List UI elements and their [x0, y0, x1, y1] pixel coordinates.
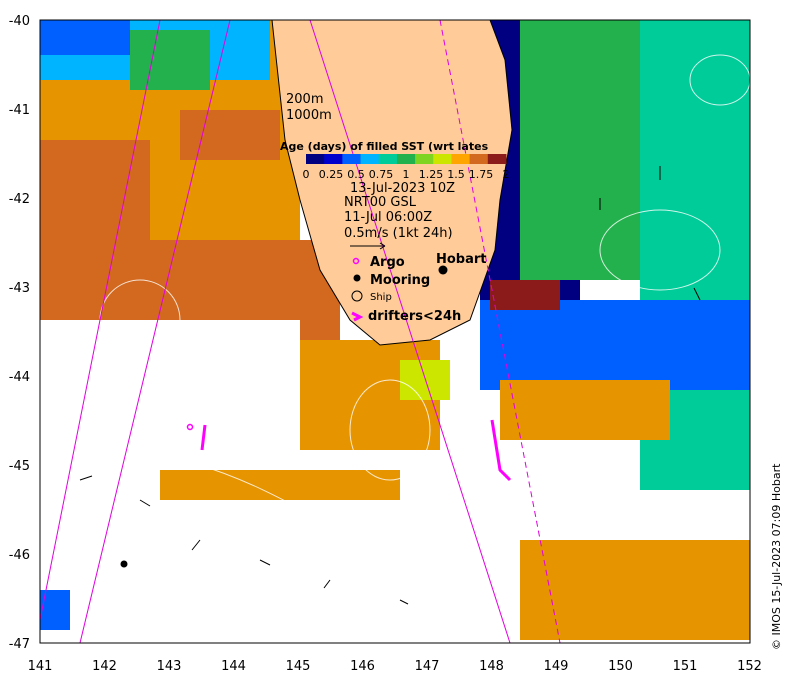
colorbar-segment — [415, 154, 434, 164]
argo-legend-label: Argo — [370, 255, 405, 270]
mooring-marker — [120, 560, 128, 568]
colorbar-tick: 0 — [303, 168, 310, 181]
copyright-text: © IMOS 15-Jul-2023 07:09 Hobart — [770, 463, 783, 650]
x-tick-label: 147 — [415, 659, 440, 674]
y-tick-label: -46 — [9, 548, 30, 563]
sst-field-orange-patch — [160, 470, 400, 500]
depth-200-label: 200m — [286, 92, 323, 107]
colorbar-tick: 2 — [503, 168, 510, 181]
sst-field-blue — [40, 20, 130, 55]
colorbar-segment — [396, 154, 416, 164]
colorbar-tick: 0.5 — [347, 168, 365, 181]
colorbar-segment — [378, 154, 398, 164]
y-tick-label: -45 — [9, 459, 30, 474]
y-tick-label: -47 — [9, 637, 30, 652]
colorbar-segment — [469, 154, 489, 164]
map-plot-area — [40, 20, 750, 643]
colorbar-ticks: 0 0.25 0.5 0.75 1 1.25 1.5 1.75 2 — [303, 168, 510, 181]
sst-field-yellow — [400, 360, 450, 400]
x-tick-label: 142 — [92, 659, 117, 674]
x-tick-label: 144 — [221, 659, 246, 674]
y-tick-label: -42 — [9, 192, 30, 207]
y-axis: -40 -41 -42 -43 -44 -45 -46 -47 — [9, 14, 30, 652]
x-tick-label: 150 — [608, 659, 633, 674]
y-tick-label: -43 — [9, 281, 30, 296]
model-label: NRT00 GSL — [344, 195, 417, 210]
sst-field-darkred — [490, 280, 560, 310]
colorbar-segment — [342, 154, 362, 164]
y-tick-label: -44 — [9, 370, 30, 385]
colorbar-segment — [451, 154, 471, 164]
x-tick-label: 149 — [544, 659, 569, 674]
sst-date-label: 13-Jul-2023 10Z — [350, 181, 455, 196]
model-date-label: 11-Jul 06:00Z — [344, 210, 432, 225]
sst-field-brown — [180, 110, 280, 160]
colorbar-segment — [360, 154, 380, 164]
sst-field-orange-south — [520, 540, 750, 640]
mooring-legend-icon — [353, 274, 361, 282]
x-tick-label: 146 — [350, 659, 375, 674]
colorbar-tick: 0.25 — [319, 168, 344, 181]
y-tick-label: -40 — [9, 14, 30, 29]
colorbar-tick: 0.75 — [369, 168, 394, 181]
colorbar-segment — [433, 154, 452, 164]
x-tick-label: 151 — [673, 659, 698, 674]
colorbar-segment — [306, 154, 325, 164]
colorbar-tick: 1.75 — [469, 168, 494, 181]
x-tick-label: 141 — [28, 659, 53, 674]
sst-field-blue-east — [480, 300, 750, 390]
x-tick-label: 145 — [286, 659, 311, 674]
colorbar-segment — [487, 154, 507, 164]
colorbar-tick: 1.25 — [419, 168, 444, 181]
colorbar-segment — [324, 154, 343, 164]
mooring-legend-label: Mooring — [370, 273, 430, 288]
colorbar-title: Age (days) of filled SST (wrt lates — [280, 140, 489, 153]
x-tick-label: 152 — [737, 659, 762, 674]
cloud-gap — [40, 320, 300, 380]
sst-field-orange-southeast — [500, 380, 670, 440]
x-tick-label: 143 — [157, 659, 182, 674]
drifters-legend-label: drifters<24h — [368, 309, 461, 324]
ship-legend-label: Ship — [370, 292, 392, 303]
x-tick-label: 148 — [479, 659, 504, 674]
current-scale-label: 0.5m/s (1kt 24h) — [344, 226, 453, 241]
sst-field-green — [130, 30, 210, 90]
colorbar-tick: 1 — [403, 168, 410, 181]
y-tick-label: -41 — [9, 103, 30, 118]
depth-1000-label: 1000m — [286, 108, 332, 123]
colorbar — [306, 154, 507, 164]
colorbar-tick: 1.5 — [447, 168, 465, 181]
city-label-hobart: Hobart — [436, 252, 487, 267]
x-axis: 141 142 143 144 145 146 147 148 149 150 … — [28, 659, 762, 674]
sst-age-map: 141 142 143 144 145 146 147 148 149 150 … — [9, 14, 762, 674]
